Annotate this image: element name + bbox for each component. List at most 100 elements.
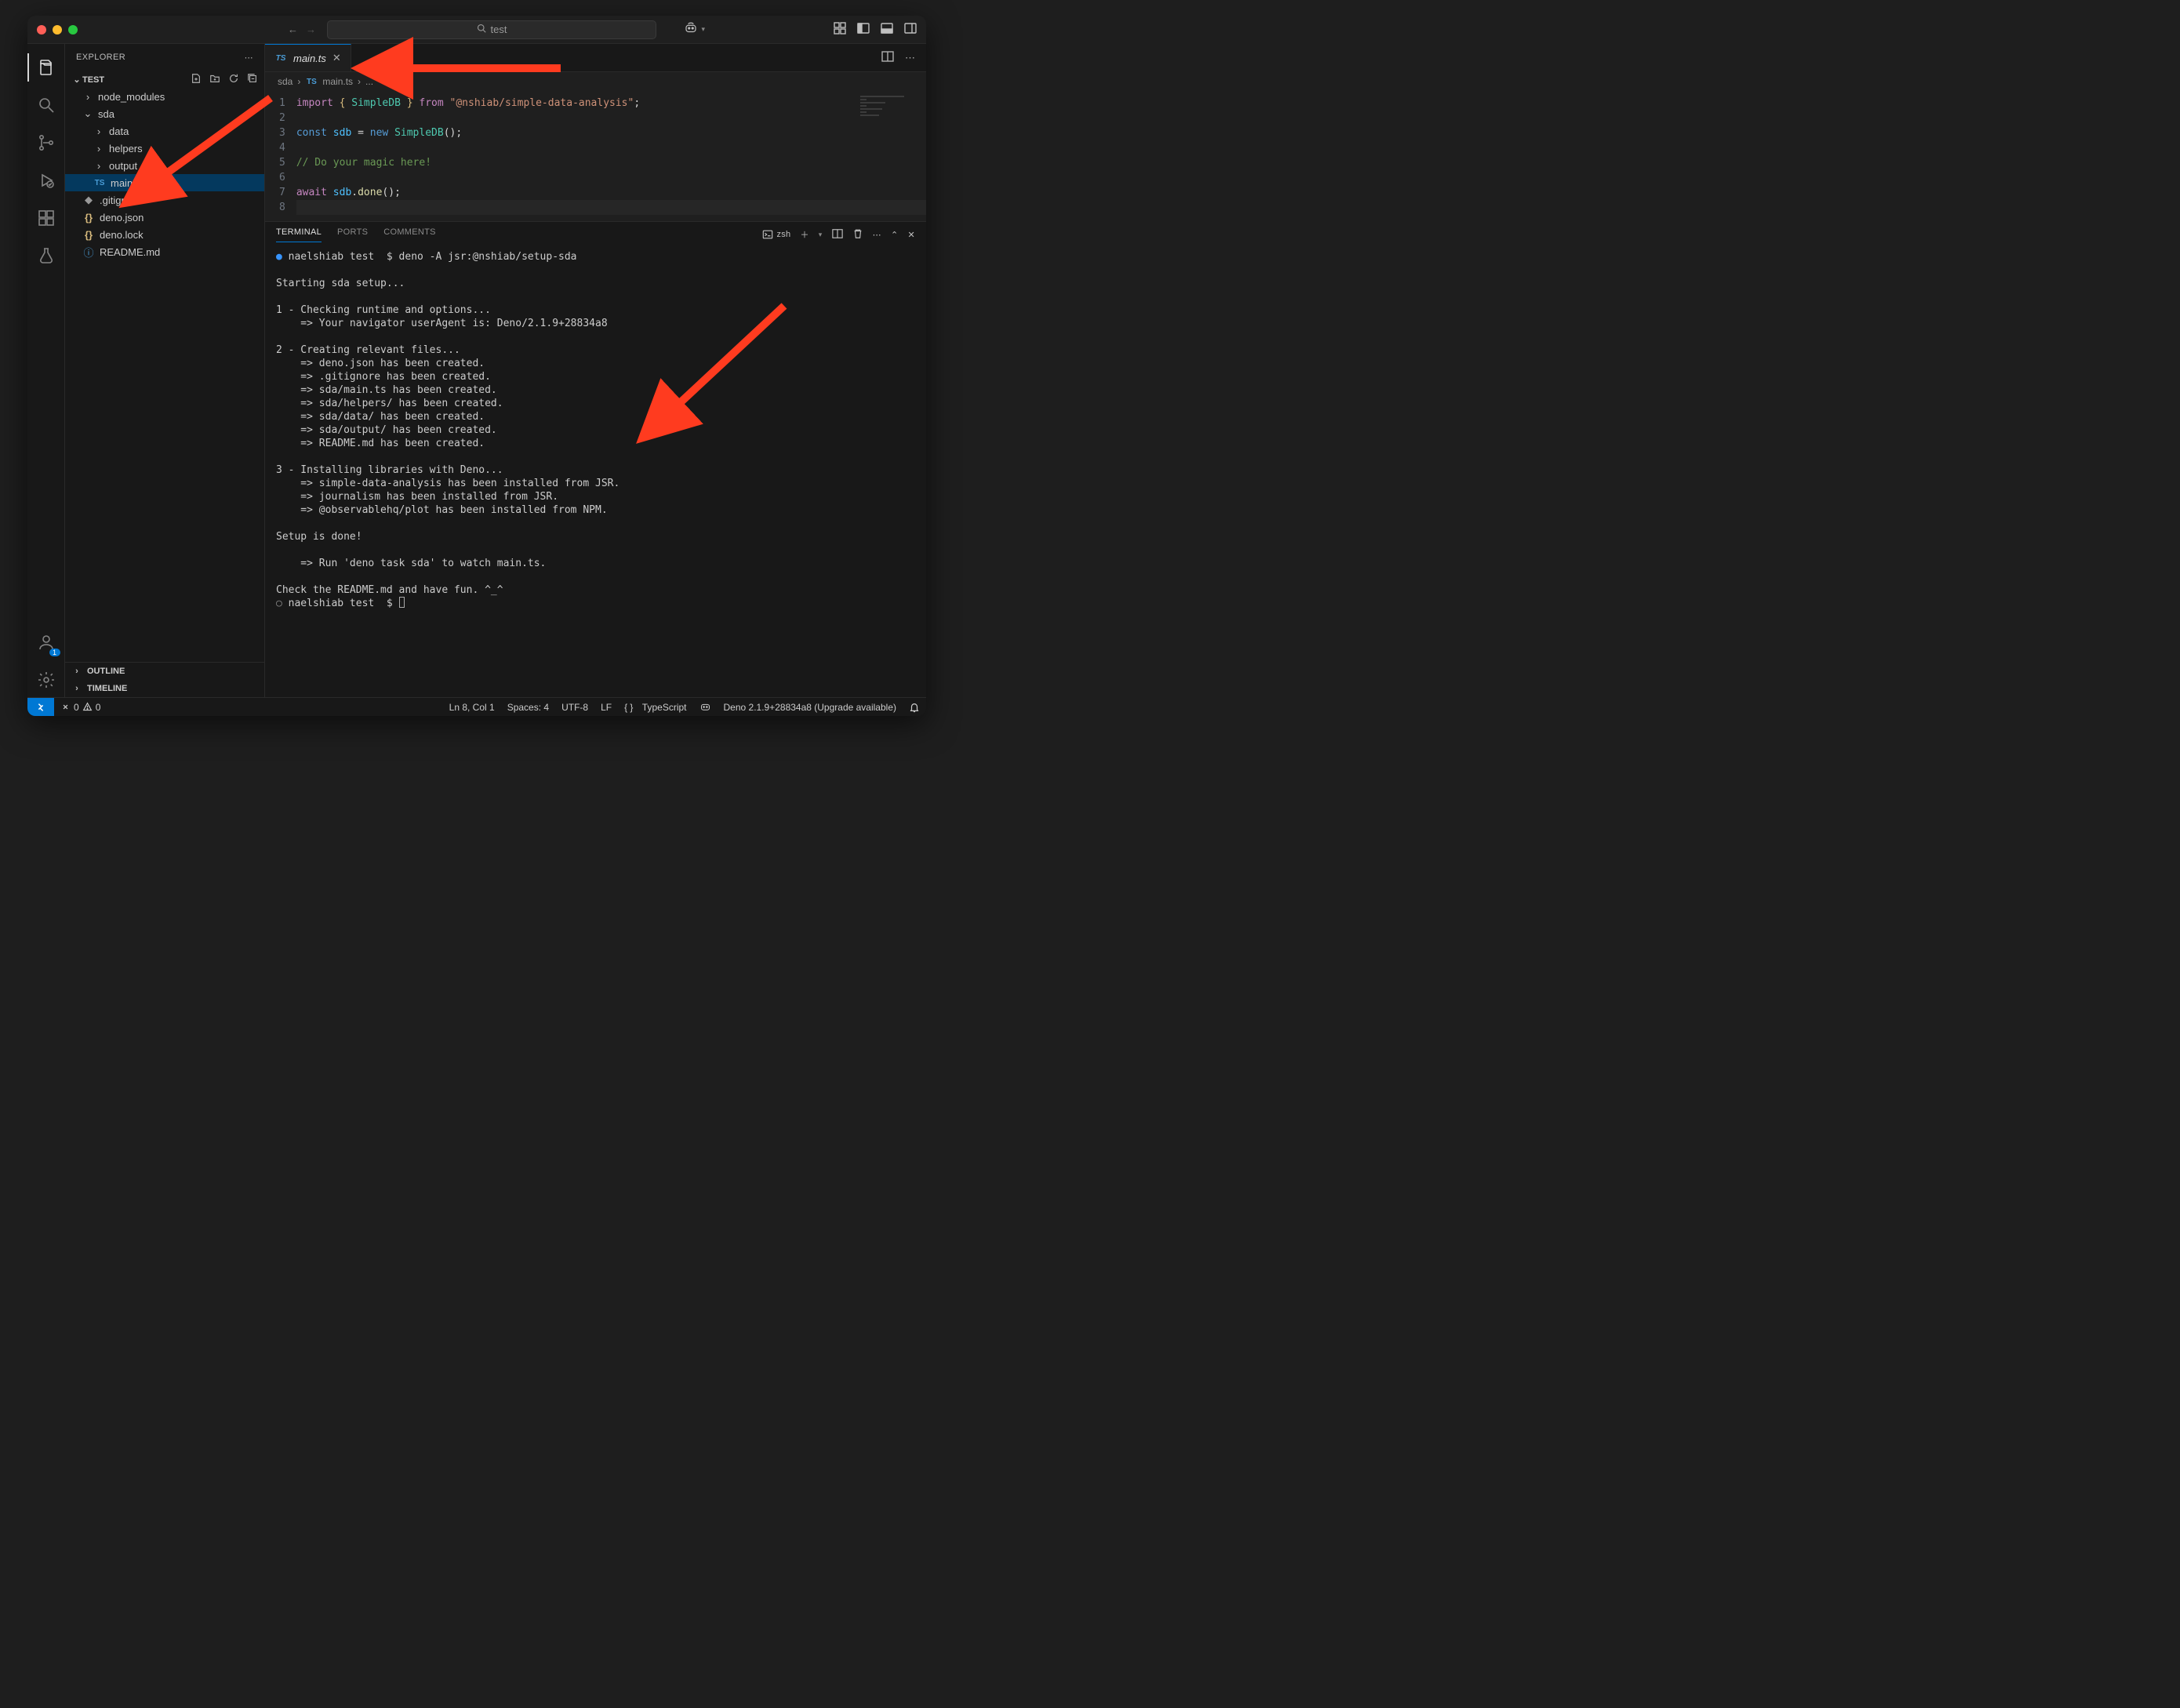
minimize-window-button[interactable] [53,25,62,35]
split-terminal-icon[interactable] [832,228,843,242]
tree-label: deno.json [100,212,144,223]
terminal-profile[interactable]: zsh [762,229,790,240]
status-deno[interactable]: Deno 2.1.9+28834a8 (Upgrade available) [718,701,903,713]
typescript-icon: TS [305,78,318,86]
project-name: TEST [82,75,104,85]
close-tab-button[interactable]: ✕ [332,52,341,64]
new-folder-icon[interactable] [209,73,220,86]
split-editor-icon[interactable] [881,50,894,65]
nav-back-button[interactable]: ← [288,24,298,35]
activity-testing[interactable] [27,238,65,273]
tree-label: helpers [109,143,143,154]
status-bar: 0 0 Ln 8, Col 1 Spaces: 4 UTF-8 LF { } T… [27,697,926,716]
command-center-search[interactable]: test [327,20,656,39]
layout-customize-icon[interactable] [834,22,846,37]
minimap[interactable] [860,94,923,141]
copilot-icon[interactable] [684,21,698,38]
json-icon: {} [82,229,95,241]
tree-file[interactable]: TS main.ts [65,174,264,191]
editor-more-icon[interactable]: ⋯ [905,52,915,64]
window-controls [37,25,78,35]
code-editor[interactable]: 12345678 import { SimpleDB } from "@nshi… [265,91,926,221]
activity-run-debug[interactable] [27,163,65,198]
maximize-panel-icon[interactable]: ⌃ [891,230,899,240]
tab-main-ts[interactable]: TS main.ts ✕ [265,44,351,71]
status-cursor-pos[interactable]: Ln 8, Col 1 [443,701,501,713]
terminal-output[interactable]: ● naelshiab test $ deno -A jsr:@nshiab/s… [265,247,926,697]
status-problems[interactable]: 0 0 [54,702,107,713]
chevron-icon: › [93,125,104,137]
typescript-icon: TS [93,179,106,187]
nav-forward-button[interactable]: → [306,24,316,35]
chevron-icon: › [93,160,104,172]
collapse-all-icon[interactable] [247,73,258,86]
toggle-sidebar-icon[interactable] [857,22,870,37]
tree-folder[interactable]: › node_modules [65,88,264,105]
timeline-section[interactable]: ›TIMELINE [65,680,264,697]
tree-file[interactable]: {} deno.json [65,209,264,226]
tree-label: data [109,125,129,137]
panel-tab-ports[interactable]: PORTS [337,227,368,242]
status-copilot-icon[interactable] [693,701,718,713]
search-icon [477,24,486,35]
panel-more-icon[interactable]: ⋯ [873,230,881,240]
close-panel-icon[interactable]: ✕ [907,230,915,240]
status-language[interactable]: { } TypeScript [618,701,692,713]
tree-file[interactable]: {} deno.lock [65,226,264,243]
explorer-title: EXPLORER [76,53,125,62]
status-indent[interactable]: Spaces: 4 [501,701,555,713]
explorer-more-icon[interactable]: ⋯ [245,53,253,63]
chevron-icon: › [93,143,104,154]
tree-label: sda [98,108,114,120]
remote-button[interactable] [27,698,54,716]
project-header[interactable]: ⌄TEST [65,71,264,88]
activity-explorer[interactable] [27,50,65,85]
tab-label: main.ts [293,53,326,64]
panel-tab-comments[interactable]: COMMENTS [383,227,436,242]
tree-label: README.md [100,246,160,258]
json-icon: {} [82,212,95,223]
tree-folder[interactable]: › helpers [65,140,264,157]
gitignore-icon: ◆ [82,194,95,206]
accounts-badge: 1 [49,649,60,656]
toggle-panel-icon[interactable] [881,22,893,37]
status-eol[interactable]: LF [594,701,618,713]
chevron-down-icon[interactable]: ▾ [819,231,823,239]
tree-label: node_modules [98,91,165,103]
chevron-icon: › [82,91,93,103]
tree-folder[interactable]: › data [65,122,264,140]
status-notifications-icon[interactable] [903,701,926,713]
info-icon: ⓘ [82,245,95,260]
maximize-window-button[interactable] [68,25,78,35]
tree-file[interactable]: ⓘ README.md [65,243,264,260]
outline-section[interactable]: ›OUTLINE [65,663,264,680]
titlebar: ← → test ▾ [27,16,926,44]
tree-folder[interactable]: ⌄ sda [65,105,264,122]
new-file-icon[interactable] [191,73,202,86]
status-encoding[interactable]: UTF-8 [555,701,594,713]
new-terminal-button[interactable]: ＋ [800,228,808,241]
activity-source-control[interactable] [27,125,65,160]
tree-file[interactable]: ◆ .gitignore [65,191,264,209]
activity-search[interactable] [27,88,65,122]
tree-label: .gitignore [100,194,141,206]
tree-label: output [109,160,137,172]
vscode-window: ← → test ▾ [27,16,926,716]
tree-folder[interactable]: › output [65,157,264,174]
refresh-icon[interactable] [228,73,239,86]
editor-tabs: TS main.ts ✕ ⋯ [265,44,926,72]
toggle-right-sidebar-icon[interactable] [904,22,917,37]
explorer-sidebar: EXPLORER ⋯ ⌄TEST ›node_modules⌄sda›data›… [65,44,265,697]
kill-terminal-icon[interactable] [852,228,863,242]
tree-label: deno.lock [100,229,144,241]
activity-extensions[interactable] [27,201,65,235]
tree-label: main.ts [111,177,144,189]
chevron-icon: ⌄ [82,107,93,120]
file-tree: › node_modules ⌄ sda › data › helpers › outputTS m… [65,88,264,260]
panel-tab-terminal[interactable]: TERMINAL [276,227,322,242]
activity-settings[interactable] [27,663,65,697]
chevron-down-icon[interactable]: ▾ [701,25,705,34]
close-window-button[interactable] [37,25,46,35]
breadcrumb[interactable]: sda› TS main.ts› ... [265,72,926,91]
activity-accounts[interactable]: 1 [27,625,65,660]
